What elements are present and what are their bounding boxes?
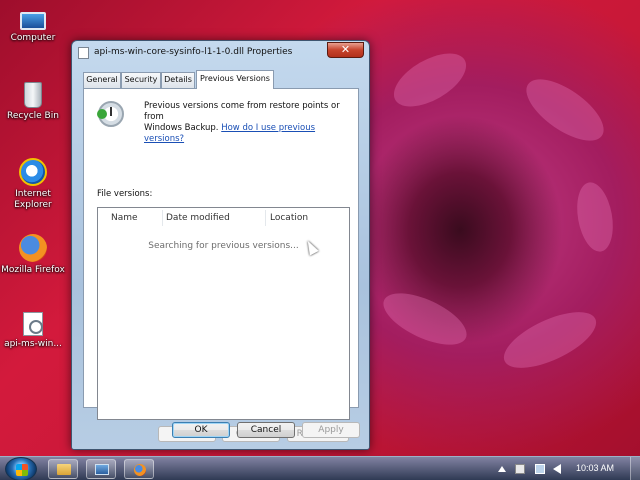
taskbar-media-button[interactable] — [86, 459, 116, 479]
dll-file-icon — [23, 312, 43, 336]
taskbar-explorer-button[interactable] — [48, 459, 78, 479]
dialog-title: api-ms-win-core-sysinfo-l1-1-0.dll Prope… — [94, 47, 293, 57]
column-divider[interactable] — [162, 210, 163, 226]
properties-dialog: api-ms-win-core-sysinfo-l1-1-0.dll Prope… — [71, 40, 370, 450]
file-versions-label: File versions: — [97, 189, 153, 199]
column-divider[interactable] — [265, 210, 266, 226]
show-desktop-button[interactable] — [630, 457, 640, 480]
info-text-line1: Previous versions come from restore poin… — [144, 101, 340, 122]
desktop-icon-label: Mozilla Firefox — [1, 265, 65, 275]
apply-button[interactable]: Apply — [302, 422, 360, 438]
computer-icon — [20, 12, 46, 30]
desktop-icon-computer[interactable]: Computer — [0, 8, 66, 44]
previous-versions-icon — [97, 101, 124, 127]
wallpaper-petal — [385, 42, 475, 118]
desktop-icon-label: api-ms-win... — [4, 339, 62, 349]
info-text: Previous versions come from restore poin… — [144, 101, 354, 145]
dialog-titlebar[interactable]: api-ms-win-core-sysinfo-l1-1-0.dll Prope… — [72, 41, 369, 63]
tab-label: Previous Versions — [200, 74, 270, 83]
tab-general[interactable]: General — [83, 72, 121, 88]
show-hidden-icons-icon[interactable] — [498, 466, 506, 472]
taskbar-firefox-button[interactable] — [124, 459, 154, 479]
column-header-name[interactable]: Name — [111, 213, 138, 223]
network-icon[interactable] — [535, 464, 545, 474]
column-header-date-modified[interactable]: Date modified — [166, 213, 230, 223]
tab-previous-versions[interactable]: Previous Versions — [196, 70, 274, 89]
info-text-line2: Windows Backup. — [144, 123, 219, 133]
tab-details[interactable]: Details — [161, 72, 195, 88]
wallpaper-petal — [496, 300, 604, 380]
tab-label: Details — [164, 75, 192, 84]
close-button[interactable]: ✕ — [327, 42, 364, 58]
wallpaper-petal — [516, 67, 614, 153]
ok-button[interactable]: OK — [172, 422, 230, 438]
desktop-icon-label: Recycle Bin — [7, 111, 59, 121]
volume-icon[interactable] — [553, 464, 561, 474]
firefox-icon — [134, 464, 146, 476]
desktop-icon-firefox[interactable]: Mozilla Firefox — [0, 234, 66, 276]
wallpaper-petal — [376, 282, 474, 356]
desktop-icon-label: Internet Explorer — [14, 189, 52, 210]
action-center-flag-icon[interactable] — [515, 464, 525, 474]
wallpaper-petal — [572, 179, 618, 255]
taskbar-clock[interactable]: 10:03 AM — [576, 463, 614, 473]
tab-label: General — [86, 75, 118, 84]
firefox-icon — [19, 234, 47, 262]
desktop-icon-dll-file[interactable]: api-ms-win... — [0, 312, 66, 350]
desktop-icon-label: Computer — [10, 33, 56, 43]
taskbar: 10:03 AM — [0, 456, 640, 480]
tab-label: Security — [124, 75, 158, 84]
start-button[interactable] — [5, 457, 37, 480]
tab-security[interactable]: Security — [121, 72, 161, 88]
column-header-location[interactable]: Location — [270, 213, 308, 223]
file-icon — [78, 47, 89, 59]
folder-icon — [57, 464, 71, 475]
monitor-icon — [95, 464, 109, 475]
desktop-icon-recycle-bin[interactable]: Recycle Bin — [0, 82, 66, 122]
desktop-icon-internet-explorer[interactable]: Internet Explorer — [0, 158, 66, 211]
recycle-bin-icon — [24, 82, 42, 108]
internet-explorer-icon — [19, 158, 47, 186]
close-icon: ✕ — [340, 43, 351, 56]
windows-logo-icon — [16, 464, 28, 476]
cancel-button[interactable]: Cancel — [237, 422, 295, 438]
